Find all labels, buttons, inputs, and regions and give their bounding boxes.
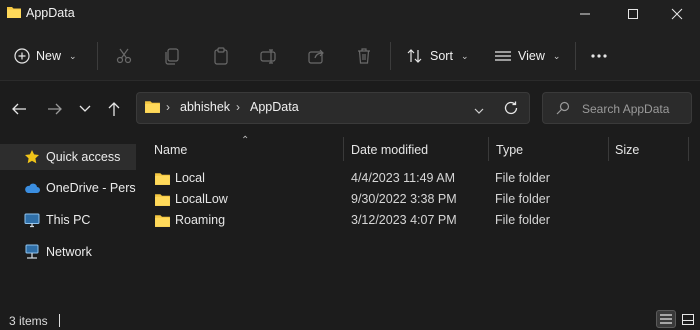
star-icon: [23, 148, 41, 166]
breadcrumb-item[interactable]: AppData: [250, 100, 299, 114]
copy-button[interactable]: [160, 45, 184, 67]
column-divider[interactable]: [343, 137, 344, 161]
close-button[interactable]: [654, 0, 700, 28]
minimize-button[interactable]: [562, 0, 608, 28]
sidebar-item-label: This PC: [46, 213, 91, 227]
divider: [575, 42, 576, 70]
paste-icon: [214, 47, 228, 65]
copy-icon: [165, 48, 179, 65]
view-button[interactable]: View ⌄: [494, 44, 560, 68]
row-type: File folder: [495, 213, 550, 227]
row-date-modified: 9/30/2022 3:38 PM: [351, 192, 457, 206]
column-header-type[interactable]: Type: [496, 136, 523, 164]
sidebar-item-label: OneDrive - Personal: [46, 181, 136, 195]
chevron-down-icon: ⌄: [69, 50, 77, 61]
sort-label: Sort: [430, 49, 453, 63]
tiles-view-icon: [682, 313, 694, 325]
window-title: AppData: [26, 6, 75, 20]
plus-circle-icon: [14, 48, 30, 64]
cloud-icon: [23, 179, 41, 197]
search-placeholder: Search AppData: [582, 102, 670, 116]
table-row[interactable]: Local 4/4/2023 11:49 AM File folder: [146, 168, 700, 189]
sidebar-item-quick-access[interactable]: Quick access: [0, 144, 136, 170]
row-type: File folder: [495, 192, 550, 206]
sort-ascending-icon: ⌃: [241, 135, 250, 146]
more-options-button[interactable]: [587, 45, 611, 67]
sidebar-item-label: Quick access: [46, 150, 121, 164]
chevron-down-icon: [79, 105, 91, 112]
row-name: LocalLow: [175, 192, 228, 206]
view-list-icon: [495, 51, 511, 61]
view-label: View: [518, 49, 545, 63]
share-icon: [308, 49, 324, 64]
close-icon: [671, 8, 683, 20]
new-label: New: [36, 49, 62, 63]
cut-button[interactable]: [112, 45, 136, 67]
details-view-button[interactable]: [656, 310, 676, 328]
maximize-icon: [628, 9, 638, 19]
table-row[interactable]: Roaming 3/12/2023 4:07 PM File folder: [146, 210, 700, 231]
back-button[interactable]: [8, 98, 30, 120]
up-button[interactable]: [103, 98, 125, 120]
sort-button[interactable]: Sort ⌄: [406, 44, 468, 68]
row-name: Local: [175, 171, 205, 185]
delete-button[interactable]: [352, 45, 376, 67]
search-icon: [556, 101, 570, 118]
item-count: 3 items: [9, 314, 48, 328]
arrow-right-icon: [48, 103, 62, 115]
refresh-button[interactable]: [503, 100, 519, 119]
sidebar-item-label: Network: [46, 245, 92, 259]
column-header-date-modified[interactable]: Date modified: [351, 136, 428, 164]
folder-icon: [154, 213, 171, 231]
column-header-name[interactable]: Name: [154, 136, 187, 164]
recent-locations-button[interactable]: [74, 98, 96, 120]
folder-icon: [154, 192, 171, 210]
more-options-icon: [591, 54, 607, 58]
paste-button[interactable]: [209, 45, 233, 67]
delete-icon: [358, 48, 370, 64]
chevron-down-icon: [474, 108, 484, 114]
row-date-modified: 3/12/2023 4:07 PM: [351, 213, 457, 227]
rename-icon: [260, 49, 276, 64]
forward-button[interactable]: [44, 98, 66, 120]
status-divider: [59, 314, 60, 327]
details-view-icon: [660, 314, 672, 324]
chevron-down-icon: ⌄: [552, 50, 561, 61]
tiles-view-button[interactable]: [678, 310, 698, 328]
row-type: File folder: [495, 171, 550, 185]
row-name: Roaming: [175, 213, 226, 227]
folder-icon: [144, 99, 161, 117]
arrow-up-icon: [108, 102, 120, 116]
divider: [390, 42, 391, 70]
divider: [97, 42, 98, 70]
pc-icon: [23, 211, 41, 229]
status-bar: [0, 307, 700, 330]
refresh-icon: [504, 101, 518, 115]
network-icon: [23, 243, 41, 261]
rename-button[interactable]: [256, 45, 280, 67]
folder-icon: [154, 171, 171, 189]
minimize-icon: [580, 13, 590, 15]
cut-icon: [116, 48, 132, 64]
row-date-modified: 4/4/2023 11:49 AM: [351, 171, 456, 185]
address-history-chevron[interactable]: [474, 104, 484, 118]
sidebar-item-onedrive[interactable]: OneDrive - Personal: [0, 175, 136, 201]
new-button[interactable]: New ⌄: [14, 44, 77, 68]
table-row[interactable]: LocalLow 9/30/2022 3:38 PM File folder: [146, 189, 700, 210]
maximize-button[interactable]: [610, 0, 656, 28]
sort-icon: [407, 49, 422, 63]
chevron-down-icon: ⌄: [460, 50, 469, 61]
breadcrumb-separator-icon: ›: [236, 100, 240, 114]
breadcrumb-item[interactable]: abhishek: [180, 100, 230, 114]
arrow-left-icon: [12, 103, 26, 115]
column-divider[interactable]: [488, 137, 489, 161]
breadcrumb-separator-icon: ›: [166, 100, 170, 114]
sidebar-item-network[interactable]: Network: [0, 239, 136, 265]
column-header-size[interactable]: Size: [615, 136, 639, 164]
share-button[interactable]: [304, 45, 328, 67]
column-divider[interactable]: [688, 137, 689, 161]
sidebar-item-this-pc[interactable]: This PC: [0, 207, 136, 233]
column-divider[interactable]: [608, 137, 609, 161]
folder-icon: [6, 5, 22, 22]
